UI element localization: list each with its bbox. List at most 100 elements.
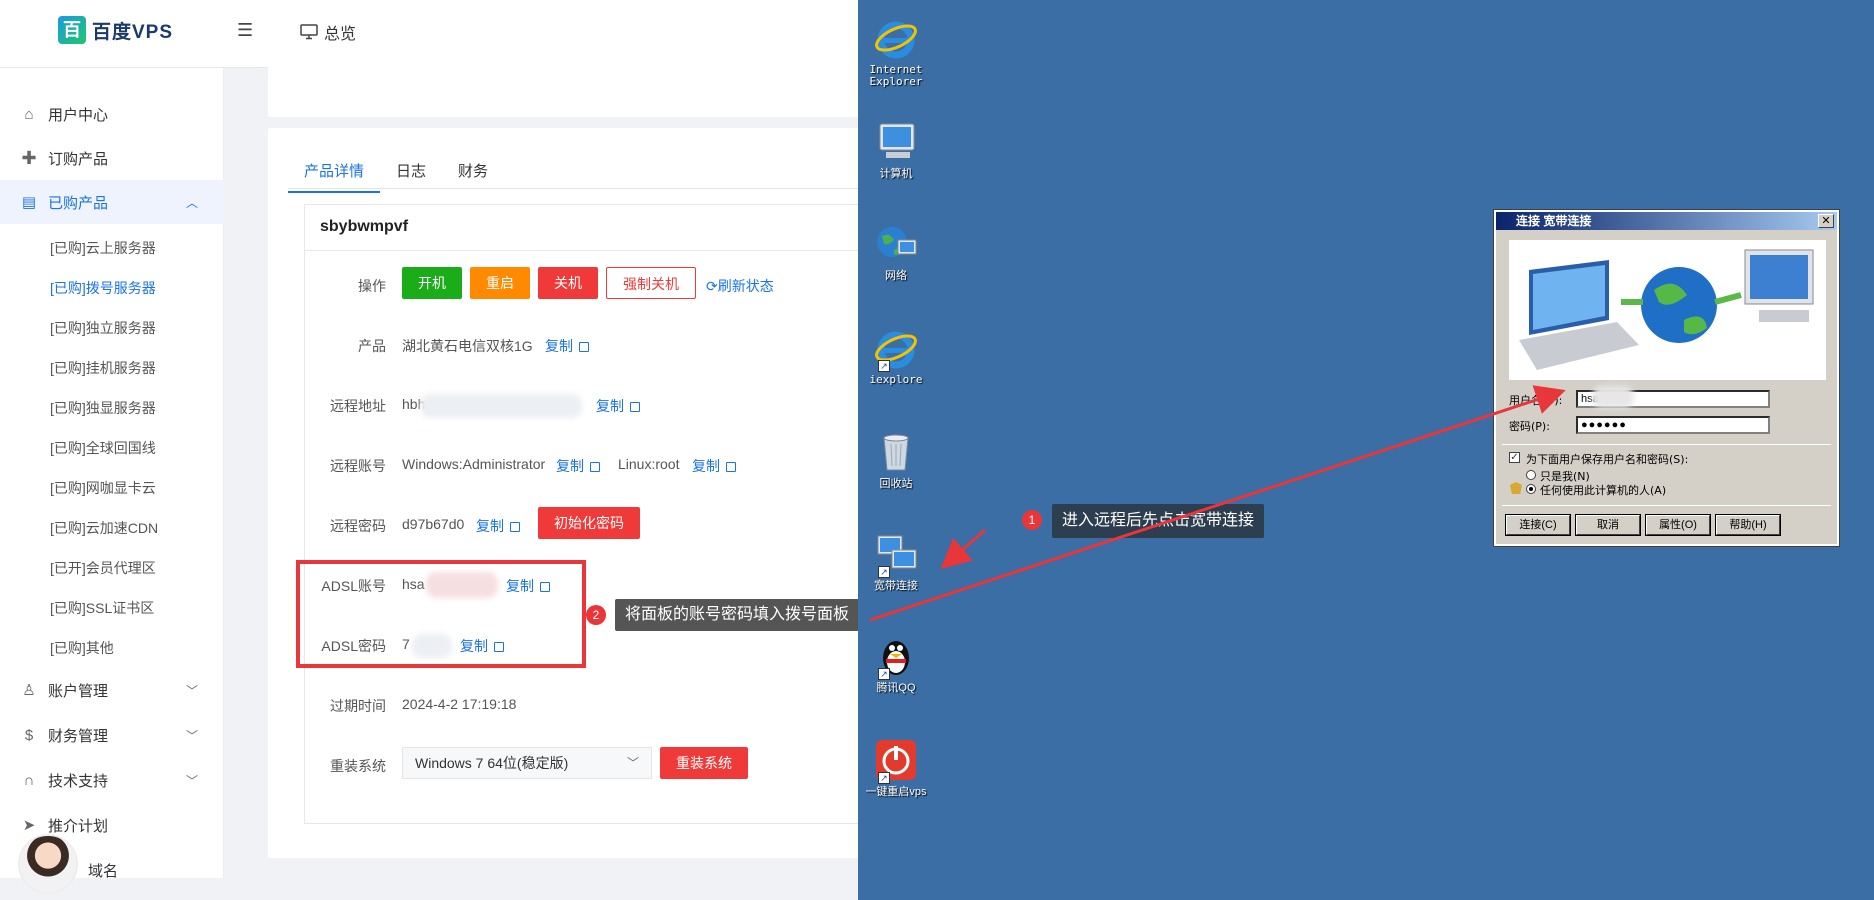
- shortcut-arrow-icon: ↗: [878, 360, 890, 372]
- init-password-button[interactable]: 初始化密码: [538, 507, 640, 539]
- sidebar-item-user-center[interactable]: ⌂ 用户中心: [0, 92, 224, 136]
- op-label: 操作: [358, 278, 386, 294]
- sidebar-item-finance[interactable]: $ 财务管理 ﹀: [0, 713, 224, 757]
- restart-button[interactable]: 重启: [470, 267, 530, 299]
- sidebar-sub-item[interactable]: [已购]云上服务器: [50, 238, 156, 258]
- sidebar-item-label: 用户中心: [48, 106, 109, 124]
- copy-remote-pwd-button[interactable]: 复制: [476, 516, 520, 536]
- sidebar-sub-item[interactable]: [已购]其他: [50, 638, 114, 658]
- reinstall-button[interactable]: 重装系统: [660, 747, 748, 779]
- desktop-icon-broadband[interactable]: ↗ 宽带连接: [856, 532, 936, 592]
- remote-pwd-label: 远程密码: [330, 518, 386, 534]
- menu-fold-icon[interactable]: ☰: [237, 20, 253, 41]
- tab-product-details[interactable]: 产品详情: [288, 150, 381, 193]
- copy-adsl-pwd-button[interactable]: 复制: [460, 636, 504, 656]
- sidebar-sub-item[interactable]: [已开]会员代理区: [50, 558, 156, 578]
- radio-anyone[interactable]: [1526, 484, 1536, 494]
- sidebar-sub-item[interactable]: [已购]全球回国线: [50, 438, 156, 458]
- copy-adsl-acct-button[interactable]: 复制: [506, 576, 550, 596]
- chevron-down-icon: ﹀: [185, 683, 198, 698]
- desktop-icon-label: 腾讯QQ: [876, 682, 916, 694]
- copy-remote-addr-button[interactable]: 复制: [596, 396, 640, 416]
- copy-windows-acct-button[interactable]: 复制: [556, 456, 600, 476]
- sidebar-item-account[interactable]: ♙ 账户管理 ﹀: [0, 668, 224, 712]
- shortcut-arrow-icon: ↗: [878, 668, 890, 680]
- copy-label: 复制: [545, 338, 573, 354]
- properties-button[interactable]: 属性(O): [1645, 514, 1711, 536]
- sidebar-item-order[interactable]: ✚ 订购产品: [0, 136, 224, 180]
- password-input[interactable]: ●●●●●●: [1576, 416, 1770, 434]
- power-off-button[interactable]: 关机: [538, 267, 598, 299]
- redaction-blur: [1592, 386, 1634, 408]
- desktop-icon-ie[interactable]: Internet Explorer: [856, 16, 936, 88]
- copy-icon: [540, 582, 550, 592]
- radio-only-me[interactable]: [1526, 470, 1536, 480]
- send-icon: ➤: [22, 817, 36, 834]
- os-select[interactable]: Windows 7 64位(稳定版) ﹀: [402, 747, 652, 779]
- copy-label: 复制: [556, 458, 584, 474]
- sidebar-sub-item-selected[interactable]: [已购]拨号服务器: [50, 278, 156, 298]
- product-name: sbybwmpvf: [320, 218, 409, 235]
- sidebar-sub-item[interactable]: [已购]网咖显卡云: [50, 478, 156, 498]
- sidebar-sub-item[interactable]: [已购]SSL证书区: [50, 598, 154, 618]
- adsl-pwd-value: 7: [402, 636, 410, 652]
- connect-button[interactable]: 连接(C): [1505, 514, 1571, 536]
- username-label: 用户名(U):: [1509, 394, 1563, 407]
- logo[interactable]: 百 百度VPS: [58, 16, 173, 44]
- redaction-blur: [426, 572, 498, 598]
- sidebar-sub-item[interactable]: [已购]独立服务器: [50, 318, 156, 338]
- copy-icon: [590, 462, 600, 472]
- shortcut-arrow-icon: ↗: [878, 772, 890, 784]
- sidebar-item-label: 财务管理: [48, 727, 109, 745]
- sidebar-sub-item[interactable]: [已购]云加速CDN: [50, 518, 158, 538]
- sidebar-item-label: 订购产品: [48, 150, 109, 168]
- desktop-icon-qq[interactable]: ↗ 腾讯QQ: [856, 634, 936, 694]
- logo-text: 百度VPS: [92, 21, 174, 43]
- desktop-icon-label: 计算机: [879, 168, 913, 180]
- computer-icon: [874, 120, 918, 164]
- refresh-status-label: 刷新状态: [717, 278, 774, 294]
- desktop-icon-label: 一键重启vps: [865, 786, 927, 798]
- copy-linux-acct-button[interactable]: 复制: [692, 456, 736, 476]
- desktop-icon-label: 回收站: [879, 478, 913, 490]
- dialog-divider: [1502, 505, 1831, 506]
- tab-log[interactable]: 日志: [380, 150, 442, 193]
- close-icon[interactable]: ✕: [1818, 214, 1834, 228]
- support-avatar[interactable]: [18, 834, 78, 894]
- nav-overview[interactable]: 总览: [300, 20, 356, 44]
- dialog-banner-image: [1509, 240, 1826, 380]
- dialog-title: 连接 宽带连接: [1496, 212, 1837, 230]
- refresh-status-link[interactable]: ⟳刷新状态: [706, 276, 774, 296]
- reinstall-label: 重装系统: [330, 758, 386, 774]
- password-label: 密码(P):: [1509, 420, 1550, 433]
- sidebar-item-purchased[interactable]: ▤ 已购产品 ︿: [0, 180, 224, 224]
- desktop-icon-computer[interactable]: 计算机: [856, 120, 936, 180]
- tab-divider: [288, 188, 860, 189]
- sidebar-item-label: 推介计划: [48, 817, 109, 835]
- force-off-button[interactable]: 强制关机: [606, 267, 696, 299]
- remote-addr-label: 远程地址: [330, 398, 386, 414]
- refresh-icon: ⟳: [706, 278, 718, 294]
- desktop-icon-restart-vps[interactable]: ↗ 一键重启vps: [856, 738, 936, 798]
- copy-label: 复制: [476, 518, 504, 534]
- remote-pwd-value: d97b67d0: [402, 516, 465, 532]
- sidebar-sub-item[interactable]: [已购]挂机服务器: [50, 358, 156, 378]
- previous-card: [268, 55, 860, 117]
- redaction-blur: [420, 394, 582, 418]
- sidebar-sub-item[interactable]: [已购]独显服务器: [50, 398, 156, 418]
- power-on-button[interactable]: 开机: [402, 267, 462, 299]
- save-credentials-checkbox[interactable]: ✓: [1509, 452, 1520, 463]
- desktop-icon-iexplore[interactable]: ↗ iexplore: [856, 326, 936, 386]
- tab-finance[interactable]: 财务: [442, 150, 504, 193]
- server-icon: ▤: [21, 194, 37, 211]
- copy-icon: [630, 402, 640, 412]
- help-button[interactable]: 帮助(H): [1715, 514, 1781, 536]
- copy-product-button[interactable]: 复制: [545, 336, 589, 356]
- connect-dialog: 连接 宽带连接 ✕ 用户名(U): hsa 密码(P): ●●●●●● ✓ 为下…: [1493, 209, 1840, 547]
- desktop-icon-recycle-bin[interactable]: 回收站: [856, 430, 936, 490]
- cancel-button[interactable]: 取消: [1575, 514, 1641, 536]
- monitor-icon: [300, 24, 318, 40]
- sidebar-item-support[interactable]: ∩ 技术支持 ﹀: [0, 758, 224, 802]
- copy-label: 复制: [506, 578, 534, 594]
- desktop-icon-network[interactable]: 网络: [856, 222, 936, 282]
